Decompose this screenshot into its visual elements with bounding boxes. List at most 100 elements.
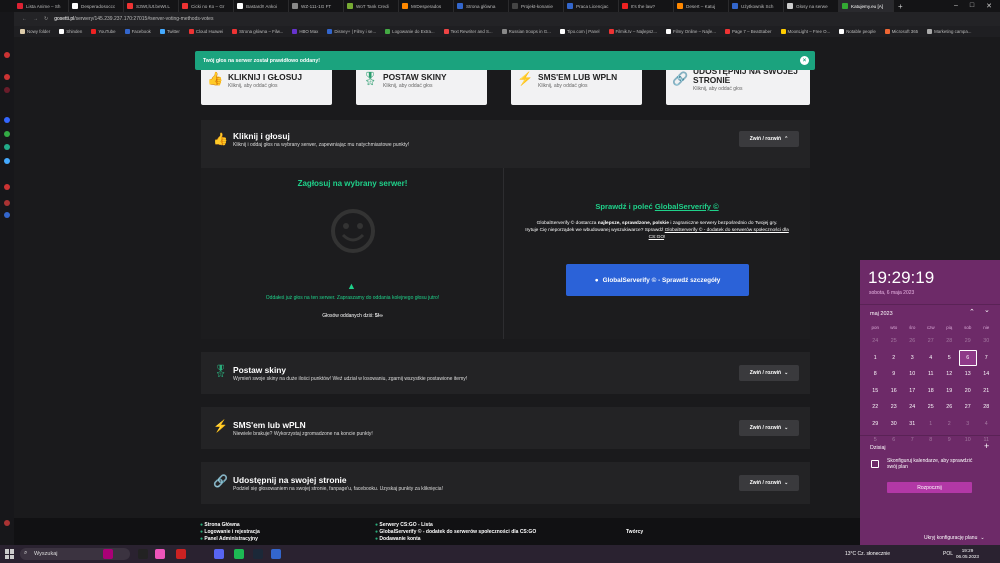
calendar-day[interactable]: 4 (922, 350, 941, 367)
calendar-day[interactable]: 3 (959, 416, 978, 433)
calendar-day[interactable]: 2 (940, 416, 959, 433)
calendar-day[interactable]: 24 (903, 399, 922, 416)
app-icon[interactable] (271, 549, 281, 559)
browser-tab[interactable]: Desert – Katuj (674, 0, 729, 12)
calendar-day[interactable]: 18 (922, 383, 941, 400)
calendar-day[interactable]: 4 (977, 416, 996, 433)
whatsapp-icon[interactable] (4, 144, 10, 150)
browser-tab[interactable]: S3Wt,lUt.beWI.L (124, 0, 179, 12)
calendar-day[interactable]: 27 (959, 399, 978, 416)
game-icon[interactable] (4, 87, 10, 93)
footer-link[interactable]: GlobalServerify © - dodatek do serwerów … (375, 529, 536, 536)
globalserverify-button[interactable]: ● GlobalServerify © - Sprawdź szczegóły (566, 264, 749, 296)
collapse-toggle[interactable]: Zwiń / rozwiń ⌄ (739, 475, 799, 491)
bookmark-item[interactable]: Shinden (59, 29, 82, 34)
telegram-icon[interactable] (4, 158, 10, 164)
browser-tab[interactable]: Głosy na serwe (784, 0, 839, 12)
browser-tab[interactable]: Bastard!! Ankoi (234, 0, 289, 12)
browser-tab[interactable]: Praca Licencjac (564, 0, 619, 12)
calendar-day[interactable]: 1 (866, 350, 885, 367)
calendar-day[interactable]: 22 (866, 399, 885, 416)
taskbar-clock[interactable]: 19:29 06.05.2023 (956, 548, 979, 560)
calendar-day[interactable]: 30 (885, 416, 904, 433)
clock-date[interactable]: sobota, 6 maja 2023 (869, 290, 914, 296)
calendar-day[interactable]: 30 (977, 333, 996, 350)
calendar-day[interactable]: 28 (977, 399, 996, 416)
opera-icon[interactable] (176, 549, 186, 559)
browser-tab[interactable]: Lista Anime – Sh (14, 0, 69, 12)
bookmark-item[interactable]: Filmik.tv – Najlepsz... (608, 29, 657, 34)
bookmark-item[interactable]: Filmy Online – Najle... (666, 29, 716, 34)
bookmark-item[interactable]: YouTube (91, 29, 116, 34)
bookmark-item[interactable]: Cloud Huawei (188, 29, 223, 34)
browser-tab[interactable]: Desperadosoccc (69, 0, 124, 12)
calendar-day[interactable]: 27 (922, 333, 941, 350)
footer-link[interactable]: Serwery CS:GO - Lista (375, 522, 536, 529)
calendar-day[interactable]: 29 (866, 416, 885, 433)
calendar-day[interactable]: 23 (885, 399, 904, 416)
footer-link[interactable]: Panel Administracyjny (200, 536, 260, 543)
footer-link[interactable]: Dodawanie konta (375, 536, 536, 543)
browser-tab[interactable]: Projekt-konanie (509, 0, 564, 12)
chevron-up-icon[interactable]: ⌃ (969, 308, 975, 316)
taskbar-search[interactable]: ⌕ Wyszukaj (20, 548, 130, 560)
browser-tab[interactable]: Cicki no Ko – Gr (179, 0, 234, 12)
calendar-day[interactable]: 8 (866, 366, 885, 383)
bookmark-item[interactable]: Facebook (124, 29, 151, 34)
bookmark-item[interactable]: Page 7 – BeatSaber (724, 29, 772, 34)
calendar-day[interactable]: 11 (922, 366, 941, 383)
calendar-day[interactable]: 9 (885, 366, 904, 383)
browser-tab[interactable]: WZ-111-1G FT (289, 0, 344, 12)
language-indicator[interactable]: POL (943, 551, 953, 557)
calendar-day[interactable]: 15 (866, 383, 885, 400)
calendar-day[interactable]: 12 (940, 366, 959, 383)
bookmark-item[interactable]: Strona główna – Filw... (232, 29, 283, 34)
spotify-icon[interactable] (4, 131, 10, 137)
close-toast-button[interactable]: × (800, 56, 809, 65)
start-icon[interactable] (5, 549, 15, 559)
back-icon[interactable]: ← (22, 16, 27, 22)
bookmark-item[interactable]: Notable people (839, 29, 876, 34)
spotify-icon[interactable] (234, 549, 244, 559)
bookmark-item[interactable]: Nowy folder (20, 29, 50, 34)
calendar-day[interactable]: 17 (903, 383, 922, 400)
forward-icon[interactable]: → (33, 16, 38, 22)
settings-icon[interactable] (4, 520, 10, 526)
calendar-day[interactable]: 24 (866, 333, 885, 350)
calendar-day[interactable]: 13 (959, 366, 978, 383)
history-icon[interactable] (4, 200, 10, 206)
collapse-toggle[interactable]: Zwiń / rozwiń ⌄ (739, 420, 799, 436)
browser-tab[interactable]: MrDesperados (399, 0, 454, 12)
widget-icon[interactable] (103, 549, 113, 559)
bag-icon[interactable] (4, 74, 10, 80)
bookmark-item[interactable]: Disney+ | Filmy i se... (327, 29, 376, 34)
calendar-day[interactable]: 3 (903, 350, 922, 367)
calendar-day[interactable]: 31 (903, 416, 922, 433)
weather-widget[interactable]: 13°C Cz. słonecznie (845, 551, 890, 557)
bookmark-item[interactable]: Microsoft 365 (884, 29, 918, 34)
home-icon[interactable] (4, 52, 10, 58)
calendar-day[interactable]: 26 (903, 333, 922, 350)
extension-icon[interactable] (4, 212, 10, 218)
calendar-day[interactable]: 25 (922, 399, 941, 416)
calendar-day[interactable]: 2 (885, 350, 904, 367)
chevron-down-icon[interactable]: ⌄ (984, 306, 990, 314)
bookmark-item[interactable]: Russian troops in G... (501, 29, 551, 34)
hide-agenda-link[interactable]: Ukryj konfigurację planu ⌄ (924, 535, 985, 541)
calendar-day[interactable]: 29 (959, 333, 978, 350)
close-icon[interactable]: ✕ (986, 2, 992, 10)
calendar-day[interactable]: 20 (959, 383, 978, 400)
footer-link[interactable]: Logowanie i rejestracja (200, 529, 259, 536)
calendar-day[interactable]: 21 (977, 383, 996, 400)
bookmark-item[interactable]: Text Rewriter and S... (443, 29, 493, 34)
collapse-toggle[interactable]: Zwiń / rozwiń ⌃ (739, 131, 799, 147)
tiktok-icon[interactable] (138, 549, 148, 559)
new-tab-icon[interactable]: + (894, 2, 907, 11)
steam-icon[interactable] (253, 549, 263, 559)
messenger-icon[interactable] (4, 117, 10, 123)
footer-link[interactable]: Strona Główna (200, 522, 260, 529)
calendar-day[interactable]: 26 (940, 399, 959, 416)
calendar-day[interactable]: 14 (977, 366, 996, 383)
maximize-icon[interactable]: □ (970, 2, 974, 10)
reload-icon[interactable]: ↻ (44, 16, 48, 22)
